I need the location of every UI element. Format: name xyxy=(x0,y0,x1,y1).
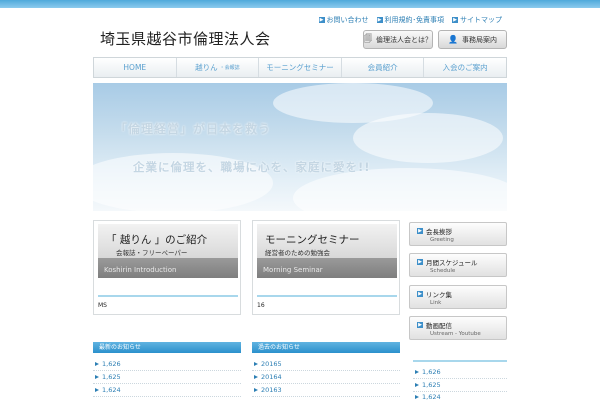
square-arrow-icon: ▶ xyxy=(417,322,423,328)
koshirin-card-footer: MS xyxy=(98,302,107,309)
hero-tagline: 企業に倫理を、職場に心を、家庭に愛を!! xyxy=(133,160,371,174)
side-greeting-sub: Greeting xyxy=(430,237,454,243)
list-item-label: 20163 xyxy=(261,386,282,394)
card-divider xyxy=(98,295,238,297)
side-video-sub: Ustream - Youtube xyxy=(430,331,481,337)
top-color-band xyxy=(0,0,600,8)
list-item-label: 1,625 xyxy=(422,381,441,389)
hero-headline: 「倫理経営」が日本を救う xyxy=(115,122,272,136)
list-item-label: 1,626 xyxy=(422,368,441,376)
side-schedule-sub: Schedule xyxy=(430,268,456,274)
main-nav: HOME 越りん ・会報誌 モーニングセミナー 会員紹介 入会のご案内 xyxy=(93,57,507,78)
list-item-label: 1,625 xyxy=(102,373,121,381)
about-button[interactable]: 🗐 倫理法人会とは？ xyxy=(363,30,433,49)
right-news-panel: 1,626 1,625 1,624 xyxy=(413,340,507,403)
nav-koshirin[interactable]: 越りん ・会報誌 xyxy=(177,58,260,77)
morning-seminar-banner-title: モーニングセミナー xyxy=(265,234,360,246)
arrow-right-icon xyxy=(95,375,99,379)
side-greeting-label: 会長挨拶 xyxy=(426,228,452,236)
side-schedule-button[interactable]: ▶ 月間スケジュール Schedule xyxy=(409,253,507,277)
past-news-panel: 過去のお知らせ 20165 20164 20163 xyxy=(252,342,400,402)
list-item[interactable]: 20164 xyxy=(252,371,400,384)
square-arrow-icon: ▶ xyxy=(417,259,423,265)
list-item[interactable]: 20163 xyxy=(252,384,400,397)
hero-banner: 「倫理経営」が日本を救う 企業に倫理を、職場に心を、家庭に愛を!! xyxy=(93,83,507,211)
square-arrow-icon: ▶ xyxy=(318,17,325,23)
side-link-label: リンク集 xyxy=(426,291,452,299)
square-arrow-icon: ▶ xyxy=(417,228,423,234)
arrow-right-icon xyxy=(415,370,419,374)
terms-link-label: 利用規約･免責事項 xyxy=(384,16,445,24)
card-divider xyxy=(257,295,397,297)
koshirin-banner-title: 「 越りん 」のご紹介 xyxy=(106,234,208,246)
top-links: ▶ お問い合わせ ▶ 利用規約･免責事項 ▶ サイトマップ xyxy=(318,15,502,25)
list-item[interactable]: 1,626 xyxy=(413,366,507,379)
morning-seminar-banner-english: Morning Seminar xyxy=(263,266,323,274)
nav-join-label: 入会のご案内 xyxy=(442,63,488,72)
morning-seminar-card-footer: 16 xyxy=(257,302,265,309)
arrow-right-icon xyxy=(254,362,258,366)
document-icon: 🗐 xyxy=(364,33,372,43)
side-video-button[interactable]: ▶ 動画配信 Ustream - Youtube xyxy=(409,316,507,340)
square-arrow-icon: ▶ xyxy=(452,17,458,23)
side-schedule-label: 月間スケジュール xyxy=(426,259,478,267)
list-item-label: 1,624 xyxy=(102,386,121,394)
arrow-right-icon xyxy=(415,383,419,387)
nav-koshirin-sub: ・会報誌 xyxy=(219,65,240,71)
list-item[interactable]: 1,624 xyxy=(413,390,507,403)
morning-seminar-banner[interactable]: モーニングセミナー 経営者のための勉強会 Morning Seminar xyxy=(257,224,397,278)
arrow-right-icon xyxy=(254,388,258,392)
nav-home[interactable]: HOME xyxy=(94,58,177,77)
koshirin-card: 「 越りん 」のご紹介 会報誌・フリーペーパー Koshirin Introdu… xyxy=(93,220,241,315)
koshirin-banner-subtitle: 会報誌・フリーペーパー xyxy=(116,249,188,257)
square-arrow-icon: ▶ xyxy=(417,291,423,297)
list-item[interactable]: 1,625 xyxy=(93,371,241,384)
past-news-header: 過去のお知らせ xyxy=(252,342,400,353)
terms-link[interactable]: ▶ 利用規約･免責事項 xyxy=(376,15,445,25)
list-item[interactable]: 20165 xyxy=(252,358,400,371)
office-button-label: 事務局案内 xyxy=(461,35,497,44)
koshirin-banner[interactable]: 「 越りん 」のご紹介 会報誌・フリーペーパー Koshirin Introdu… xyxy=(98,224,238,278)
office-button[interactable]: 👤 事務局案内 xyxy=(438,30,507,49)
arrow-right-icon xyxy=(254,375,258,379)
list-item[interactable]: 1,624 xyxy=(93,384,241,397)
contact-link-label: お問い合わせ xyxy=(326,16,369,24)
nav-home-label: HOME xyxy=(123,63,147,72)
site-title[interactable]: 埼玉県越谷市倫理法人会 xyxy=(100,28,271,49)
side-link-sub: Link xyxy=(430,300,442,306)
list-item-label: 20165 xyxy=(261,360,282,368)
nav-koshirin-label: 越りん xyxy=(195,63,218,72)
nav-members[interactable]: 会員紹介 xyxy=(342,58,425,77)
latest-news-panel: 最新のお知らせ 1,626 1,625 1,624 xyxy=(93,342,241,402)
morning-seminar-banner-subtitle: 経営者のための勉強会 xyxy=(265,249,330,257)
list-item[interactable]: 1,626 xyxy=(93,358,241,371)
side-video-label: 動画配信 xyxy=(426,322,452,330)
person-icon: 👤 xyxy=(448,35,458,44)
side-greeting-button[interactable]: ▶ 会長挨拶 Greeting xyxy=(409,222,507,246)
nav-morning-seminar-label: モーニングセミナー xyxy=(266,63,334,72)
koshirin-banner-english: Koshirin Introduction xyxy=(104,266,177,274)
morning-seminar-card: モーニングセミナー 経営者のための勉強会 Morning Seminar 16 xyxy=(252,220,400,315)
square-arrow-icon: ▶ xyxy=(376,17,383,23)
nav-members-label: 会員紹介 xyxy=(367,63,398,72)
arrow-right-icon xyxy=(95,388,99,392)
side-link-button[interactable]: ▶ リンク集 Link xyxy=(409,285,507,309)
nav-morning-seminar[interactable]: モーニングセミナー xyxy=(259,58,342,77)
list-item-label: 20164 xyxy=(261,373,282,381)
sitemap-link[interactable]: ▶ サイトマップ xyxy=(452,15,502,25)
arrow-right-icon xyxy=(415,394,419,399)
cloud-shape xyxy=(353,113,503,163)
about-button-label: 倫理法人会とは？ xyxy=(376,35,432,44)
sitemap-link-label: サイトマップ xyxy=(460,16,502,24)
nav-join[interactable]: 入会のご案内 xyxy=(424,58,506,77)
list-item-label: 1,626 xyxy=(102,360,121,368)
contact-link[interactable]: ▶ お問い合わせ xyxy=(318,15,369,25)
arrow-right-icon xyxy=(95,362,99,366)
list-item-label: 1,624 xyxy=(422,392,441,401)
latest-news-header: 最新のお知らせ xyxy=(93,342,241,353)
